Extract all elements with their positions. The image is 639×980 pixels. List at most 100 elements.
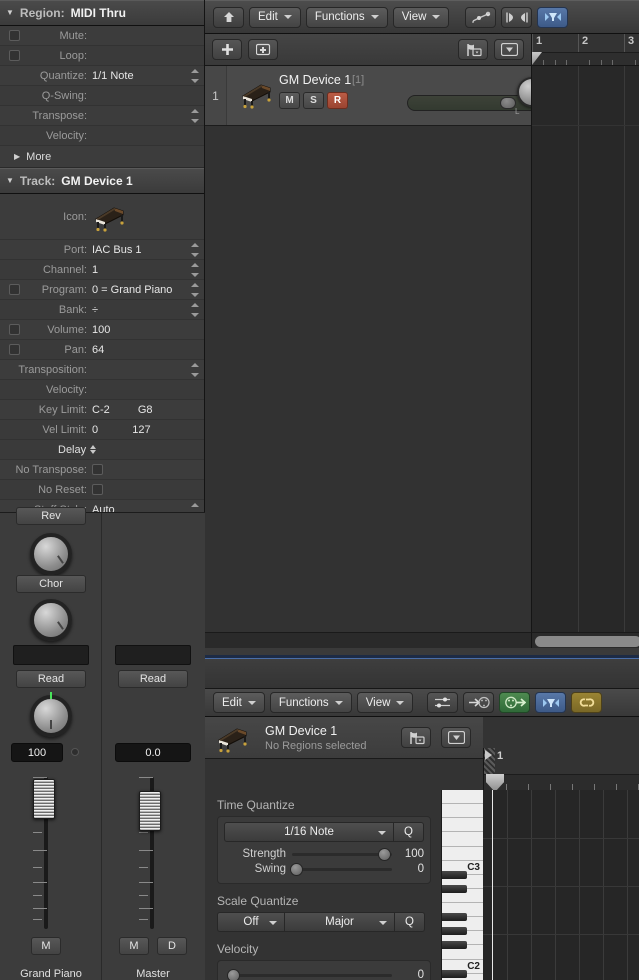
no-reset-checkbox[interactable]: [92, 484, 103, 496]
scrollbar-thumb[interactable]: [535, 636, 639, 647]
add-track-button[interactable]: [212, 39, 242, 60]
parameter-checkbox[interactable]: [9, 344, 20, 355]
key-limit-values[interactable]: C-2 G8: [92, 404, 204, 416]
editor-menu-view[interactable]: View: [356, 692, 414, 713]
vel-limit-row[interactable]: Vel Limit: 0 127: [0, 420, 204, 440]
piano-black-key[interactable]: [442, 927, 467, 936]
piano-black-key[interactable]: [442, 941, 467, 950]
duplicate-track-icon[interactable]: [248, 39, 278, 60]
parameter-value[interactable]: 1/1 Note: [92, 70, 204, 82]
peak-indicator-icon[interactable]: [71, 748, 79, 756]
no-transpose-checkbox[interactable]: [92, 464, 103, 476]
track-row-channel[interactable]: Channel: 1: [0, 260, 204, 280]
piano-black-key[interactable]: [442, 870, 467, 879]
parameter-stepper-icon[interactable]: [190, 303, 199, 317]
send-slot-chorus[interactable]: Chor: [16, 575, 86, 593]
parameter-stepper-icon[interactable]: [190, 69, 199, 83]
editor-ruler[interactable]: 1: [483, 748, 639, 790]
catch-playhead-icon[interactable]: [535, 692, 567, 713]
no-reset-row[interactable]: No Reset:: [0, 480, 204, 500]
track-row-transposition[interactable]: Transposition:: [0, 360, 204, 380]
arrange-horizontal-scrollbar[interactable]: [531, 632, 639, 648]
parameter-stepper-icon[interactable]: [190, 243, 199, 257]
track-icon-row[interactable]: Icon:: [0, 194, 204, 240]
parameter-checkbox[interactable]: [9, 284, 20, 295]
track-row-pan[interactable]: Pan: 64: [0, 340, 204, 360]
midi-out-icon[interactable]: [499, 692, 531, 713]
time-quantize-select[interactable]: 1/16 Note: [224, 822, 394, 842]
parameter-checkbox[interactable]: [9, 324, 20, 335]
track-row-program[interactable]: Program: 0 = Grand Piano: [0, 280, 204, 300]
disclosure-triangle-down-icon[interactable]: ▼: [6, 0, 14, 26]
piano-black-key[interactable]: [442, 884, 467, 893]
track-solo-button[interactable]: S: [303, 92, 324, 109]
master-volume-value-field[interactable]: 0.0: [115, 743, 191, 762]
region-config-icon[interactable]: [441, 727, 471, 748]
parameter-stepper-icon[interactable]: [190, 109, 199, 123]
piano-white-key[interactable]: [442, 804, 483, 819]
parameter-stepper-icon[interactable]: [190, 363, 199, 377]
track-row-port[interactable]: Port: IAC Bus 1: [0, 240, 204, 260]
track-config-icon[interactable]: [494, 39, 524, 60]
arrange-menu-functions[interactable]: Functions: [305, 6, 388, 28]
flex-icon[interactable]: [501, 6, 533, 28]
delay-row[interactable]: Delay: [0, 440, 204, 460]
parameter-checkbox[interactable]: [9, 30, 20, 41]
scale-root-select[interactable]: Off: [217, 912, 285, 932]
region-more-row[interactable]: ▶ More: [0, 146, 204, 168]
parameter-value[interactable]: 64: [92, 344, 204, 356]
link-icon[interactable]: [571, 692, 603, 713]
arrange-menu-view[interactable]: View: [392, 6, 450, 28]
piano-black-key[interactable]: [442, 969, 467, 978]
track-row-velocity[interactable]: Velocity:: [0, 380, 204, 400]
delay-stepper-icon[interactable]: [90, 445, 97, 454]
parameter-stepper-icon[interactable]: [190, 283, 199, 297]
piano-keyboard[interactable]: C3 C2: [441, 790, 483, 980]
midi-in-icon[interactable]: [463, 692, 495, 713]
mute-button[interactable]: M: [31, 937, 61, 955]
track-grand-piano-icon[interactable]: [239, 79, 273, 109]
parameter-value[interactable]: ÷: [92, 304, 204, 316]
inspector-toggle-icon[interactable]: [427, 692, 459, 713]
master-output-slot[interactable]: [115, 645, 191, 665]
track-protect-icon[interactable]: [458, 39, 488, 60]
send-slot-reverb[interactable]: Rev: [16, 507, 86, 525]
parameter-stepper-icon[interactable]: [190, 263, 199, 277]
disclosure-triangle-down-icon[interactable]: ▼: [6, 168, 14, 194]
pan-knob[interactable]: [30, 692, 72, 737]
piano-white-key[interactable]: [442, 832, 483, 847]
track-mute-button[interactable]: M: [279, 92, 300, 109]
track-list-empty-area[interactable]: [205, 126, 531, 632]
track-name[interactable]: GM Device 1: [279, 73, 351, 87]
parameter-value[interactable]: 1: [92, 264, 204, 276]
vel-limit-values[interactable]: 0 127: [92, 424, 204, 436]
region-row-mute[interactable]: Mute:: [0, 26, 204, 46]
arrange-menu-edit[interactable]: Edit: [249, 6, 301, 28]
key-limit-high[interactable]: G8: [138, 404, 153, 416]
region-row-transpose[interactable]: Transpose:: [0, 106, 204, 126]
disclosure-triangle-right-icon[interactable]: ▶: [14, 152, 20, 161]
piano-black-key[interactable]: [442, 913, 467, 922]
arrow-up-icon[interactable]: [213, 6, 244, 28]
no-transpose-row[interactable]: No Transpose:: [0, 460, 204, 480]
scale-quantize-apply-button[interactable]: Q: [395, 912, 425, 932]
track-row-volume[interactable]: Volume: 100: [0, 320, 204, 340]
vel-limit-low[interactable]: 0: [92, 424, 98, 436]
master-automation-mode-button[interactable]: Read: [118, 670, 188, 688]
editor-menu-functions[interactable]: Functions: [269, 692, 352, 713]
master-mute-button[interactable]: M: [119, 937, 149, 955]
track-record-enable-button[interactable]: R: [327, 92, 348, 109]
region-row-q-swing[interactable]: Q-Swing:: [0, 86, 204, 106]
piano-white-key[interactable]: [442, 846, 483, 861]
piano-white-key[interactable]: [442, 818, 483, 833]
arrange-canvas[interactable]: [531, 66, 639, 632]
parameter-checkbox[interactable]: [9, 50, 20, 61]
arrange-ruler[interactable]: 1 2 3: [531, 34, 639, 66]
region-row-quantize[interactable]: Quantize: 1/1 Note: [0, 66, 204, 86]
time-quantize-apply-button[interactable]: Q: [394, 822, 424, 842]
scale-type-select[interactable]: Major: [285, 912, 395, 932]
velocity-slider-thumb[interactable]: [226, 968, 240, 980]
master-fader-handle[interactable]: [139, 791, 161, 831]
track-row[interactable]: 1 GM Device 1 [1] M S R L: [205, 66, 548, 126]
track-inspector-header[interactable]: ▼ Track: GM Device 1: [0, 168, 204, 194]
